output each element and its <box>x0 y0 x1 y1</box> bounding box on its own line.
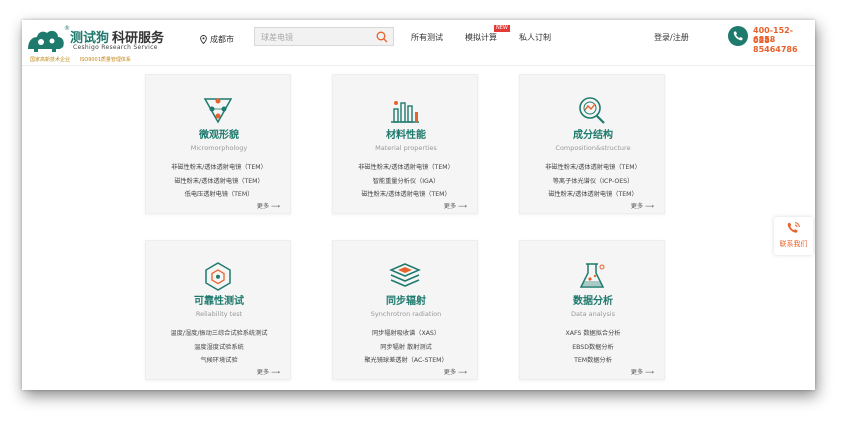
card-item-list: 非磁性粉末/透体透射电镜（TEM） 智能重量分析仪（IGA） 磁性粉末/透体透射… <box>333 161 479 202</box>
dog-logo-icon <box>28 30 64 52</box>
more-link[interactable]: 更多 ⟶ <box>631 367 654 376</box>
card-item[interactable]: 聚光镜球差透射（AC-STEM） <box>333 354 479 368</box>
category-card-material-properties[interactable]: 材料性能 Material properties 非磁性粉末/透体透射电镜（TE… <box>332 74 478 214</box>
category-card-composition[interactable]: 成分结构 Composition&structure 非磁性粉末/透体透射电镜（… <box>519 74 665 214</box>
card-item-list: 非磁性粉末/透体透射电镜（TEM） 磁性粉末/透体透射电镜（TEM） 低电压透射… <box>146 161 292 202</box>
card-item[interactable]: 磁性粉末/透体透射电镜（TEM） <box>146 175 292 189</box>
contact-us-button[interactable]: 联系我们 <box>774 217 813 255</box>
category-card-data-analysis[interactable]: 数据分析 Data analysis XAFS 数据拟合分析 EBSD数据分析 … <box>519 240 665 380</box>
card-item[interactable]: 同步辐射吸收谱（XAS） <box>333 327 479 341</box>
nav-all-tests[interactable]: 所有测试 <box>411 32 443 43</box>
magnifier-icon <box>579 97 605 124</box>
card-title: 数据分析 <box>573 296 613 307</box>
card-item[interactable]: 等离子体光谱仪（ICP-OES） <box>520 175 666 189</box>
card-title: 可靠性测试 <box>194 296 244 307</box>
card-title: 成分结构 <box>573 130 613 141</box>
card-item-list: 非磁性粉末/透体透射电镜（TEM） 等离子体光谱仪（ICP-OES） 磁性粉末/… <box>520 161 666 202</box>
card-item[interactable]: TEM数据分析 <box>520 354 666 368</box>
phone-ring-icon <box>787 222 800 233</box>
badge-high-tech: 国家高新技术企业 <box>30 57 71 63</box>
location-label: 成都市 <box>210 34 234 44</box>
search-input[interactable] <box>261 31 371 43</box>
contact-us-label: 联系我们 <box>779 240 808 248</box>
phone-icon <box>728 26 748 46</box>
layers-icon <box>389 263 421 287</box>
card-title: 微观形貌 <box>199 130 239 141</box>
page-frame: ® 测试狗 科研服务 Ceshigo Research Service 国家高新技… <box>22 20 815 390</box>
microscope-triangle-icon <box>203 98 233 124</box>
logo[interactable]: ® 测试狗 科研服务 Ceshigo Research Service 国家高新技… <box>26 25 176 63</box>
card-title: 同步辐射 <box>386 296 426 307</box>
card-item[interactable]: 非磁性粉末/透体透射电镜（TEM） <box>520 161 666 175</box>
card-item[interactable]: 非磁性粉末/透体透射电镜（TEM） <box>146 161 292 175</box>
category-card-synchrotron[interactable]: 同步辐射 Synchrotron radiation 同步辐射吸收谱（XAS） … <box>332 240 478 380</box>
card-item-list: XAFS 数据拟合分析 EBSD数据分析 TEM数据分析 <box>520 327 666 368</box>
nav-custom[interactable]: 私人订制 <box>519 32 551 43</box>
brand-name-en: Ceshigo Research Service <box>73 44 158 51</box>
card-item[interactable]: 磁性粉末/透体透射电镜（TEM） <box>333 188 479 202</box>
card-subtitle: Micromorphology <box>190 144 248 152</box>
card-item[interactable]: 气候环境试验 <box>146 354 292 368</box>
card-item-list: 温度/湿度/振动三综合试验系统测试 温度湿度试验系统 气候环境试验 <box>146 327 292 368</box>
more-link[interactable]: 更多 ⟶ <box>257 201 280 210</box>
phone-number-2: 028-85464786 <box>753 36 798 54</box>
location-pin-icon <box>200 34 207 44</box>
card-item[interactable]: EBSD数据分析 <box>520 341 666 355</box>
nav-simulation[interactable]: 模拟计算 <box>465 32 497 43</box>
card-item[interactable]: 智能重量分析仪（IGA） <box>333 175 479 189</box>
new-badge: NEW <box>494 25 510 32</box>
card-item[interactable]: 磁性粉末/透体透射电镜（TEM） <box>520 188 666 202</box>
card-item[interactable]: 同步辐射 散射测试 <box>333 341 479 355</box>
card-subtitle: Data analysis <box>571 310 615 318</box>
flask-icon <box>579 263 605 288</box>
category-card-micromorphology[interactable]: 微观形貌 Micromorphology 非磁性粉末/透体透射电镜（TEM） 磁… <box>145 74 291 214</box>
card-subtitle: Synchrotron radiation <box>370 310 442 318</box>
card-item[interactable]: 温度/湿度/振动三综合试验系统测试 <box>146 327 292 341</box>
login-register-link[interactable]: 登录/注册 <box>654 32 689 43</box>
more-link[interactable]: 更多 ⟶ <box>444 201 467 210</box>
card-title: 材料性能 <box>386 130 426 141</box>
search-icon[interactable] <box>376 31 388 43</box>
hexagon-network-icon <box>205 262 231 291</box>
top-header: ® 测试狗 科研服务 Ceshigo Research Service 国家高新技… <box>22 20 815 66</box>
card-item[interactable]: 温度湿度试验系统 <box>146 341 292 355</box>
card-subtitle: Material properties <box>375 144 437 152</box>
bar-chart-icon <box>391 101 419 123</box>
card-item[interactable]: XAFS 数据拟合分析 <box>520 327 666 341</box>
more-link[interactable]: 更多 ⟶ <box>631 201 654 210</box>
card-subtitle: Reliability test <box>195 310 243 318</box>
category-card-reliability[interactable]: 可靠性测试 Reliability test 温度/湿度/振动三综合试验系统测试… <box>145 240 291 380</box>
certification-badges: 国家高新技术企业 ISO9001质量管理体系 <box>30 56 139 63</box>
card-item[interactable]: 非磁性粉末/透体透射电镜（TEM） <box>333 161 479 175</box>
card-item-list: 同步辐射吸收谱（XAS） 同步辐射 散射测试 聚光镜球差透射（AC-STEM） <box>333 327 479 368</box>
more-link[interactable]: 更多 ⟶ <box>257 367 280 376</box>
badge-iso: ISO9001质量管理体系 <box>79 57 131 63</box>
card-subtitle: Composition&structure <box>555 144 631 152</box>
more-link[interactable]: 更多 ⟶ <box>444 367 467 376</box>
location-selector[interactable]: 成都市 <box>200 31 234 47</box>
card-item[interactable]: 低电压透射电镜（TEM） <box>146 188 292 202</box>
search-box <box>254 27 394 46</box>
